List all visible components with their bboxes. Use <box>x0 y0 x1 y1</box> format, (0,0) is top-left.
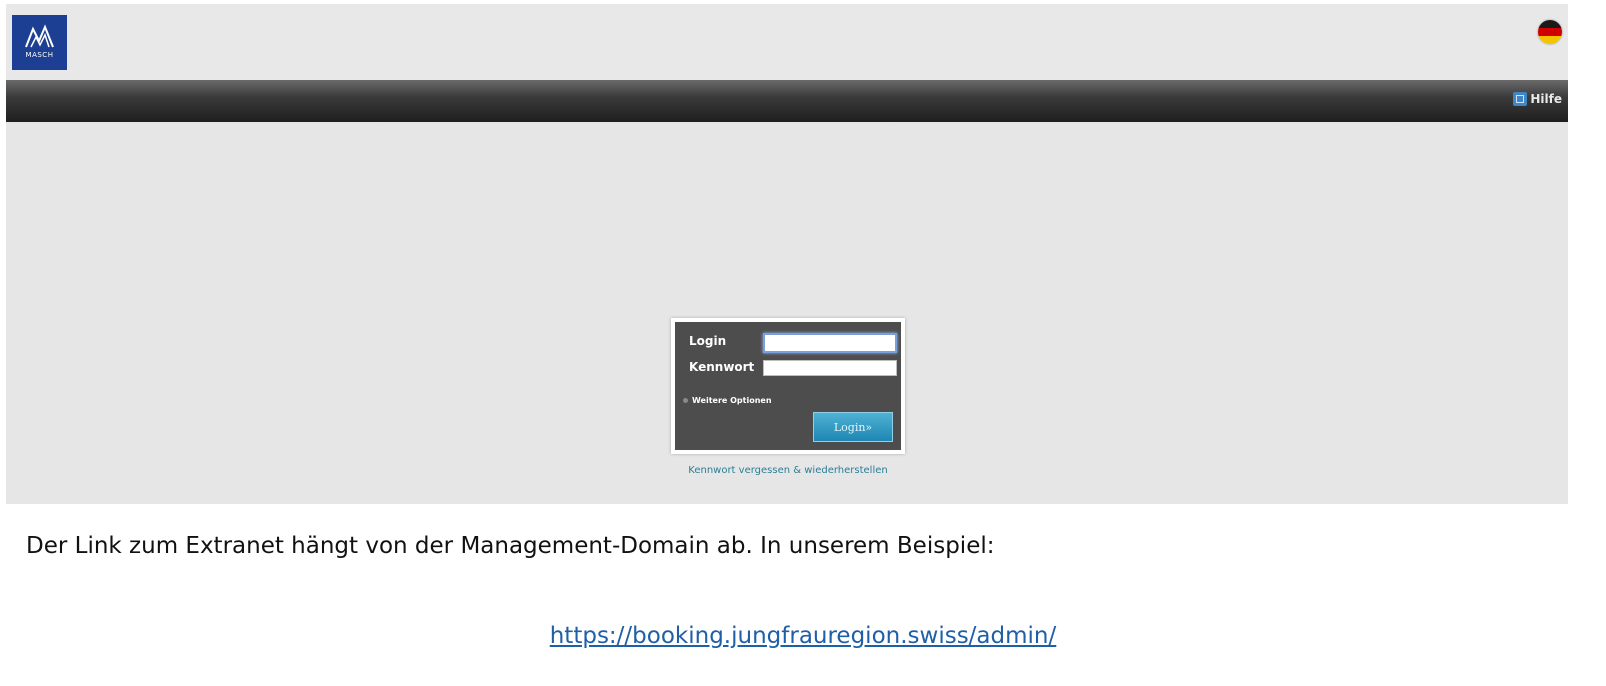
logo-text: MASCH <box>25 51 54 59</box>
help-label: Hilfe <box>1530 92 1562 106</box>
login-panel: Login Kennwort Weitere Optionen Login» <box>671 318 905 454</box>
help-link[interactable]: Hilfe <box>1513 92 1562 106</box>
login-button[interactable]: Login» <box>813 412 893 442</box>
extranet-url-link[interactable]: https://booking.jungfrauregion.swiss/adm… <box>0 623 1606 649</box>
login-label: Login <box>689 334 727 348</box>
help-icon <box>1513 92 1528 106</box>
password-label: Kennwort <box>689 360 755 374</box>
navigation-bar: Hilfe <box>6 80 1568 122</box>
de-flag-icon[interactable] <box>1538 20 1562 44</box>
mountain-logo-icon <box>25 24 54 48</box>
more-options-toggle[interactable]: Weitere Optionen <box>683 396 772 405</box>
caption-text: Der Link zum Extranet hängt von der Mana… <box>26 533 995 559</box>
brand-logo[interactable]: MASCH <box>12 15 67 70</box>
forgot-password-link[interactable]: Kennwort vergessen & wiederherstellen <box>671 465 905 476</box>
login-input[interactable] <box>763 333 897 353</box>
more-options-label: Weitere Optionen <box>692 396 772 405</box>
password-input[interactable] <box>763 360 897 376</box>
expand-dot-icon <box>683 398 688 403</box>
top-header: MASCH <box>6 4 1568 80</box>
